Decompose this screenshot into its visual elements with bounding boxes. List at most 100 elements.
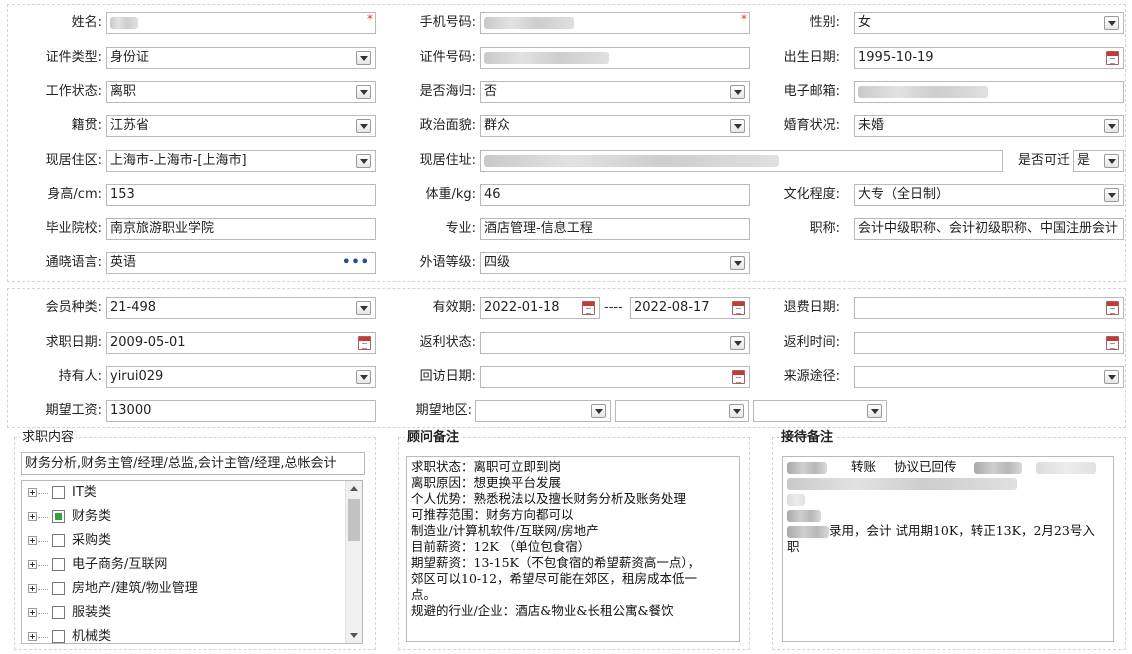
height-label: 身高/cm:: [47, 187, 102, 202]
valid-from-field[interactable]: 2022-01-18: [480, 297, 600, 319]
mobile-redacted: [484, 16, 574, 29]
checkbox[interactable]: [52, 630, 65, 643]
gender-select[interactable]: 女: [854, 12, 1124, 34]
tree-scrollbar[interactable]: [345, 481, 362, 643]
tree-item-label: IT类: [72, 485, 97, 500]
marital-value: 未婚: [858, 118, 885, 133]
calendar-icon[interactable]: [582, 301, 595, 315]
refund-date-field[interactable]: [854, 297, 1124, 319]
chevron-down-icon[interactable]: [356, 154, 371, 168]
calendar-icon[interactable]: [732, 370, 745, 384]
calendar-icon[interactable]: [1106, 51, 1119, 65]
scroll-thumb[interactable]: [348, 499, 360, 541]
source-select[interactable]: [854, 366, 1124, 388]
height-field[interactable]: 153: [106, 184, 376, 206]
residence-select[interactable]: 上海市-上海市-[上海市]: [106, 150, 376, 172]
region-district-select[interactable]: [753, 400, 887, 422]
chevron-down-icon[interactable]: [1104, 16, 1119, 30]
calendar-icon[interactable]: [1106, 301, 1119, 315]
rebate-status-select[interactable]: [480, 332, 750, 354]
expand-icon[interactable]: [28, 512, 37, 521]
education-select[interactable]: 大专（全日制）: [854, 184, 1124, 206]
origin-label: 籍贯:: [71, 118, 102, 133]
rebate-time-label: 返利时间:: [783, 335, 840, 350]
checkbox[interactable]: [52, 534, 65, 547]
chevron-down-icon[interactable]: [867, 404, 882, 418]
political-select[interactable]: 群众: [480, 115, 750, 137]
chevron-down-icon[interactable]: [1104, 370, 1119, 384]
region-city-select[interactable]: [615, 400, 749, 422]
chevron-down-icon[interactable]: [1104, 119, 1119, 133]
checkbox[interactable]: [52, 582, 65, 595]
chevron-down-icon[interactable]: [356, 119, 371, 133]
language-field[interactable]: 英语 •••: [106, 252, 376, 274]
email-field[interactable]: [854, 81, 1124, 103]
chevron-down-icon[interactable]: [356, 51, 371, 65]
chevron-down-icon[interactable]: [730, 256, 745, 270]
birth-date-field[interactable]: 1995-10-19: [854, 47, 1124, 69]
chevron-down-icon[interactable]: [1104, 188, 1119, 202]
chevron-down-icon[interactable]: [356, 85, 371, 99]
visit-date-field[interactable]: [480, 366, 750, 388]
scroll-up-icon[interactable]: [346, 481, 362, 497]
chevron-down-icon[interactable]: [729, 404, 744, 418]
idtype-select[interactable]: 身份证: [106, 47, 376, 69]
workstatus-select[interactable]: 离职: [106, 81, 376, 103]
region-province-select[interactable]: [475, 400, 611, 422]
tree-item-label: 财务类: [72, 509, 112, 524]
mobile-field[interactable]: *: [480, 12, 750, 34]
more-options-icon[interactable]: •••: [342, 253, 370, 273]
checkbox[interactable]: [52, 486, 65, 499]
weight-field[interactable]: 46: [480, 184, 750, 206]
returnee-select[interactable]: 否: [480, 81, 750, 103]
chevron-down-icon[interactable]: [1104, 154, 1119, 168]
chevron-down-icon[interactable]: [591, 404, 606, 418]
member-type-select[interactable]: 21-498: [106, 297, 376, 319]
checkbox-partial[interactable]: [52, 510, 65, 523]
chevron-down-icon[interactable]: [730, 85, 745, 99]
salary-label: 期望工资:: [45, 403, 102, 418]
job-category-tree[interactable]: IT类 财务类 采购类 电子商务/互联网 房地产/建筑/物业管理 服装类 机械类: [21, 480, 363, 644]
expand-icon[interactable]: [28, 632, 37, 641]
valid-to-field[interactable]: 2022-08-17: [630, 297, 750, 319]
idno-field[interactable]: [480, 47, 750, 69]
member-type-value: 21-498: [110, 300, 157, 315]
salary-field[interactable]: 13000: [106, 400, 376, 422]
school-field[interactable]: 南京旅游职业学院: [106, 218, 376, 240]
chevron-down-icon[interactable]: [730, 119, 745, 133]
checkbox[interactable]: [52, 558, 65, 571]
professional-title-field[interactable]: 会计中级职称、会计初级职称、中国注册会计: [854, 218, 1124, 240]
idno-label: 证件号码:: [419, 50, 476, 65]
scroll-down-icon[interactable]: [346, 627, 362, 643]
expand-icon[interactable]: [28, 560, 37, 569]
chevron-down-icon[interactable]: [356, 370, 371, 384]
calendar-icon[interactable]: [732, 301, 745, 315]
job-summary-field[interactable]: 财务分析,财务主管/经理/总监,会计主管/经理,总帐会计: [21, 452, 365, 475]
marital-select[interactable]: 未婚: [854, 115, 1124, 137]
expand-icon[interactable]: [28, 608, 37, 617]
visit-date-label: 回访日期:: [419, 369, 476, 384]
reception-notes-textarea[interactable]: 转账 协议已回传 录用，会计 试用期10K，转正13K，2月23号入 职: [782, 456, 1114, 642]
foreign-level-select[interactable]: 四级: [480, 252, 750, 274]
title-label: 职称:: [809, 221, 840, 236]
workstatus-label: 工作状态:: [45, 84, 102, 99]
reception-hire-line: 录用，会计 试用期10K，转正13K，2月23号入: [829, 523, 1095, 538]
address-field[interactable]: [480, 150, 1003, 172]
returnee-label: 是否海归:: [419, 84, 476, 99]
origin-select[interactable]: 江苏省: [106, 115, 376, 137]
relocate-select[interactable]: 是: [1073, 150, 1124, 172]
calendar-icon[interactable]: [358, 336, 371, 350]
chevron-down-icon[interactable]: [730, 336, 745, 350]
rebate-time-field[interactable]: [854, 332, 1124, 354]
expand-icon[interactable]: [28, 584, 37, 593]
advisor-notes-textarea[interactable]: 求职状态：离职可立即到岗 离职原因：想更换平台发展 个人优势：熟悉税法以及擅长财…: [406, 456, 740, 642]
checkbox[interactable]: [52, 606, 65, 619]
expand-icon[interactable]: [28, 488, 37, 497]
expand-icon[interactable]: [28, 536, 37, 545]
calendar-icon[interactable]: [1106, 336, 1119, 350]
chevron-down-icon[interactable]: [356, 301, 371, 315]
name-field[interactable]: *: [106, 12, 376, 34]
holder-select[interactable]: yirui029: [106, 366, 376, 388]
major-field[interactable]: 酒店管理-信息工程: [480, 218, 750, 240]
apply-date-field[interactable]: 2009-05-01: [106, 332, 376, 354]
